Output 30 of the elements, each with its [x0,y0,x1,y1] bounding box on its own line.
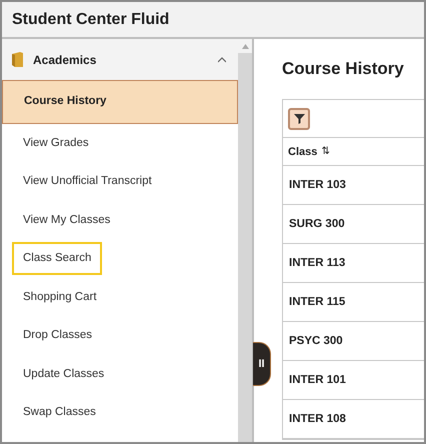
nav-item[interactable]: View Grades [2,124,238,162]
column-label: Class [288,144,318,160]
nav-item[interactable]: View My Classes [2,201,238,240]
filter-icon [294,113,304,124]
sort-icon[interactable]: ⇅ [321,144,330,160]
column-header[interactable]: Class ⇅ [283,138,424,166]
nav-item[interactable]: Class Search [2,240,238,278]
nav-item[interactable]: Drop Classes [2,316,238,355]
table-cell: INTER 115 [283,283,424,322]
nav-item[interactable]: View Unofficial Transcript [2,162,238,201]
table-cell: INTER 113 [283,244,424,284]
table-cell: INTER 108 [283,400,424,440]
highlight-frame: Class Search [12,242,102,276]
window-title: Student Center Fluid [12,10,170,30]
nav-item[interactable]: Course History [2,80,238,124]
section-header[interactable]: Academics [2,39,238,80]
filter-button[interactable] [288,108,310,130]
table-cell: SURG 300 [283,205,424,244]
page-title: Course History [282,59,405,80]
scrollbar[interactable] [238,39,254,442]
book-icon [12,52,23,67]
section-label: Academics [33,52,98,68]
table-cell: INTER 103 [283,166,424,206]
nav-item[interactable]: Swap Classes [2,394,238,432]
table-cell: PSYC 300 [283,322,424,362]
nav-item[interactable]: Update Classes [2,355,238,394]
caret-icon[interactable] [218,56,226,62]
nav-item[interactable]: Shopping Cart [2,278,238,316]
collapse-handle[interactable]: II [253,342,271,386]
table-cell: INTER 101 [283,361,424,400]
